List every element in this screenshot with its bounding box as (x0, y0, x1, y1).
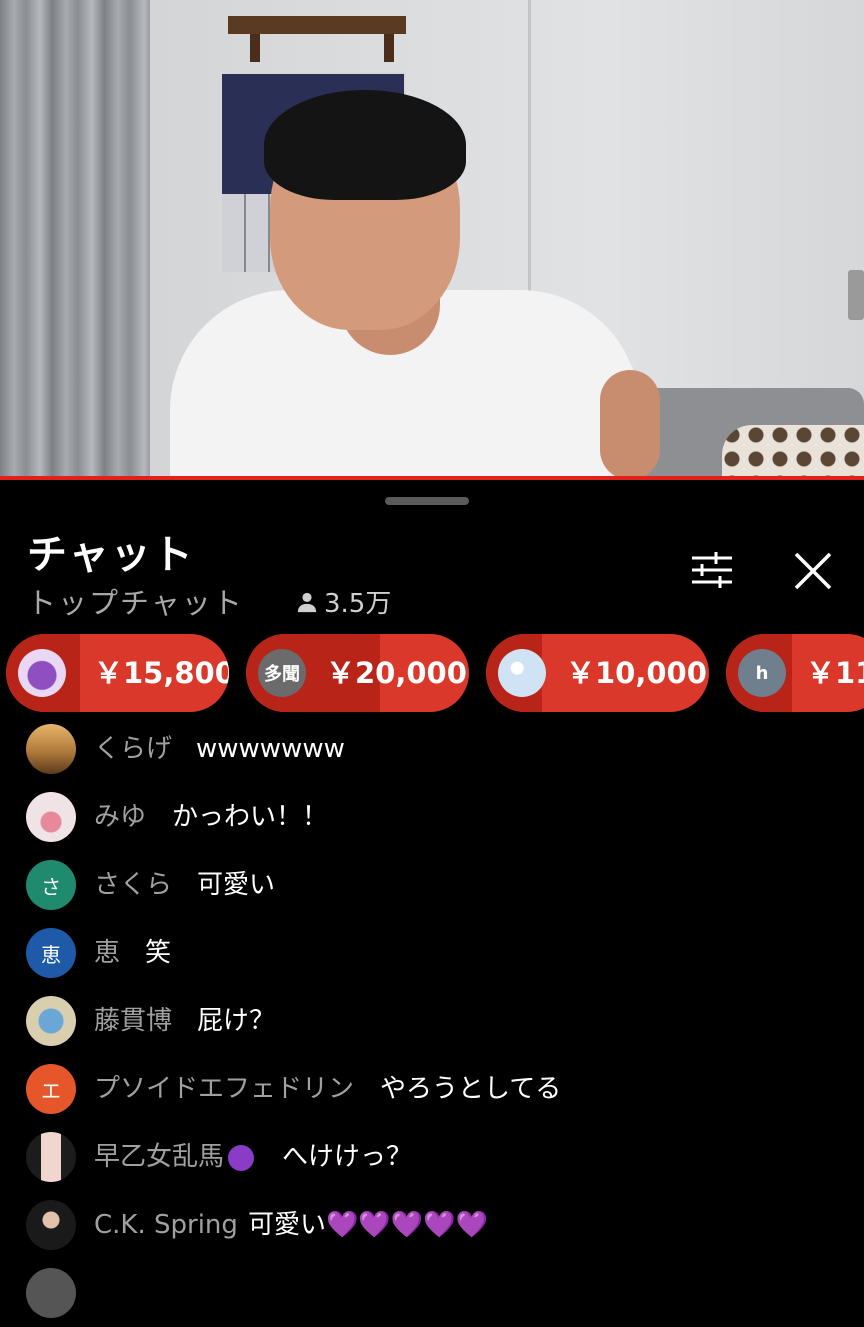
author-avatar[interactable] (26, 1268, 76, 1318)
superchat-chip[interactable]: 多聞 ￥20,000 (246, 634, 469, 712)
drag-handle[interactable] (385, 497, 469, 505)
message-text: 屁け？ (197, 1006, 276, 1036)
filter-button[interactable] (690, 550, 734, 590)
author-name: 早乙女乱馬 (94, 1123, 255, 1191)
author-name-text: 早乙女乱馬 (94, 1142, 225, 1172)
viewer-count-value: 3.5万 (324, 589, 392, 619)
superchat-amount: ￥15,800 (94, 656, 229, 690)
author-name: さくら (94, 870, 173, 900)
author-avatar[interactable] (26, 792, 76, 842)
author-avatar[interactable] (26, 1200, 76, 1250)
viewer-count: 3.5万 (296, 583, 391, 620)
message-text: やろうとしてる (380, 1074, 562, 1104)
message-text: 笑 (145, 938, 172, 968)
message-text: wwwwwww (196, 734, 345, 764)
chat-message: さ さくら 可愛い (0, 851, 864, 919)
chat-message: C.K. Spring 可愛い💜💜💜💜💜 (0, 1191, 864, 1259)
live-video-player[interactable] (0, 0, 864, 476)
author-avatar[interactable] (26, 1132, 76, 1182)
author-name: 恵 (94, 938, 121, 968)
shelf-bracket (384, 34, 394, 62)
superchat-avatar: 多聞 (258, 649, 306, 697)
superchat-chip[interactable]: h ￥11 (726, 634, 864, 712)
curtain (0, 0, 150, 476)
superchat-amount: ￥11 (806, 656, 864, 690)
chat-title: チャット (27, 532, 195, 578)
chat-message: 藤貫博 屁け？ (0, 987, 864, 1055)
shelf-bracket (250, 34, 260, 62)
cushion (722, 425, 864, 476)
chat-message: みゆ かっわい！！ (0, 783, 864, 851)
message-text: かっわい！！ (172, 802, 329, 832)
superchat-chip[interactable]: ￥10,000 (486, 634, 709, 712)
close-icon (794, 552, 832, 590)
author-avatar[interactable]: エ (26, 1064, 76, 1114)
sliders-icon (692, 552, 732, 588)
member-badge-icon (228, 1144, 255, 1171)
author-name: くらげ (94, 734, 173, 764)
door-handle (848, 270, 864, 320)
message-text: へけけっ？ (282, 1142, 413, 1172)
wall-shelf (228, 16, 406, 34)
author-name: みゆ (94, 802, 147, 832)
author-name: C.K. Spring (94, 1210, 238, 1240)
chat-message: 恵 恵 笑 (0, 919, 864, 987)
superchat-avatar (498, 649, 546, 697)
author-name: プソイドエフェドリン (94, 1074, 355, 1104)
chat-panel: チャット トップチャット 3.5万 ￥15,800 多聞 ￥20,000 ￥10… (0, 480, 864, 1318)
author-avatar[interactable] (26, 996, 76, 1046)
person-icon (297, 592, 317, 612)
superchat-avatar (18, 649, 66, 697)
superchat-amount: ￥10,000 (566, 656, 707, 690)
author-avatar[interactable]: さ (26, 860, 76, 910)
author-avatar[interactable]: 恵 (26, 928, 76, 978)
superchat-avatar: h (738, 649, 786, 697)
superchat-chip[interactable]: ￥15,800 (6, 634, 229, 712)
superchat-ticker: ￥15,800 多聞 ￥20,000 ￥10,000 h ￥11 (0, 634, 864, 712)
chat-message (0, 1259, 864, 1327)
streamer (160, 90, 660, 476)
chat-message: 早乙女乱馬 へけけっ？ (0, 1123, 864, 1191)
chat-mode-selector[interactable]: トップチャット (27, 580, 244, 622)
author-avatar[interactable] (26, 724, 76, 774)
superchat-amount: ￥20,000 (326, 656, 467, 690)
close-button[interactable] (792, 550, 834, 592)
author-name: 藤貫博 (94, 1006, 173, 1036)
message-text: 可愛い (197, 870, 276, 900)
chat-message: エ プソイドエフェドリン やろうとしてる (0, 1055, 864, 1123)
message-text: 可愛い💜💜💜💜💜 (248, 1210, 488, 1240)
chat-message: くらげ wwwwwww (0, 715, 864, 783)
